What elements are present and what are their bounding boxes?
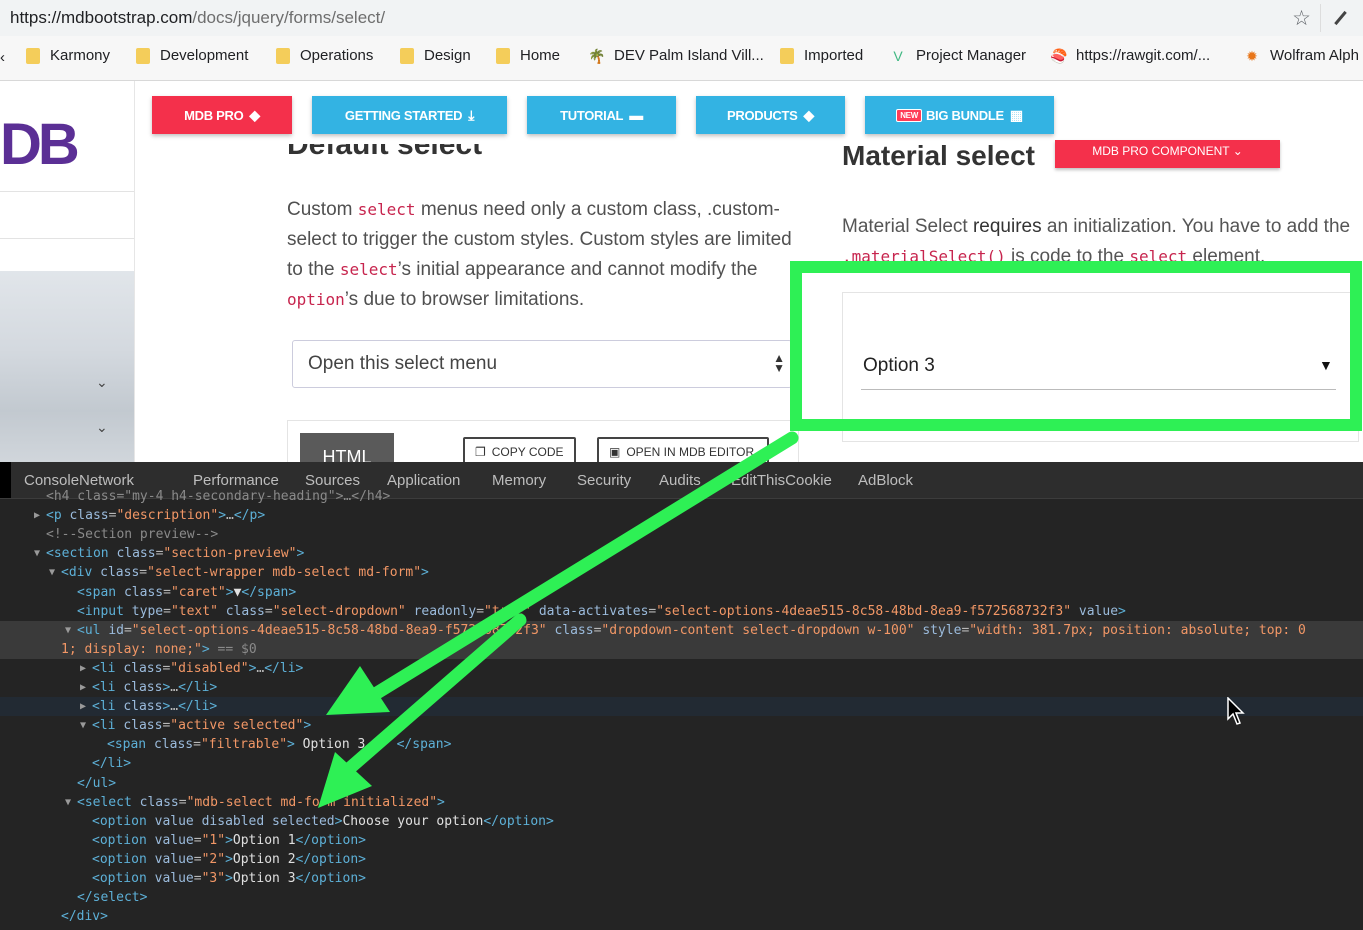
- arrow-to-select-element: [318, 613, 527, 808]
- arrow-to-li-active: [326, 431, 799, 715]
- annotation-arrows: [318, 431, 799, 808]
- mouse-cursor-icon: [1227, 697, 1245, 725]
